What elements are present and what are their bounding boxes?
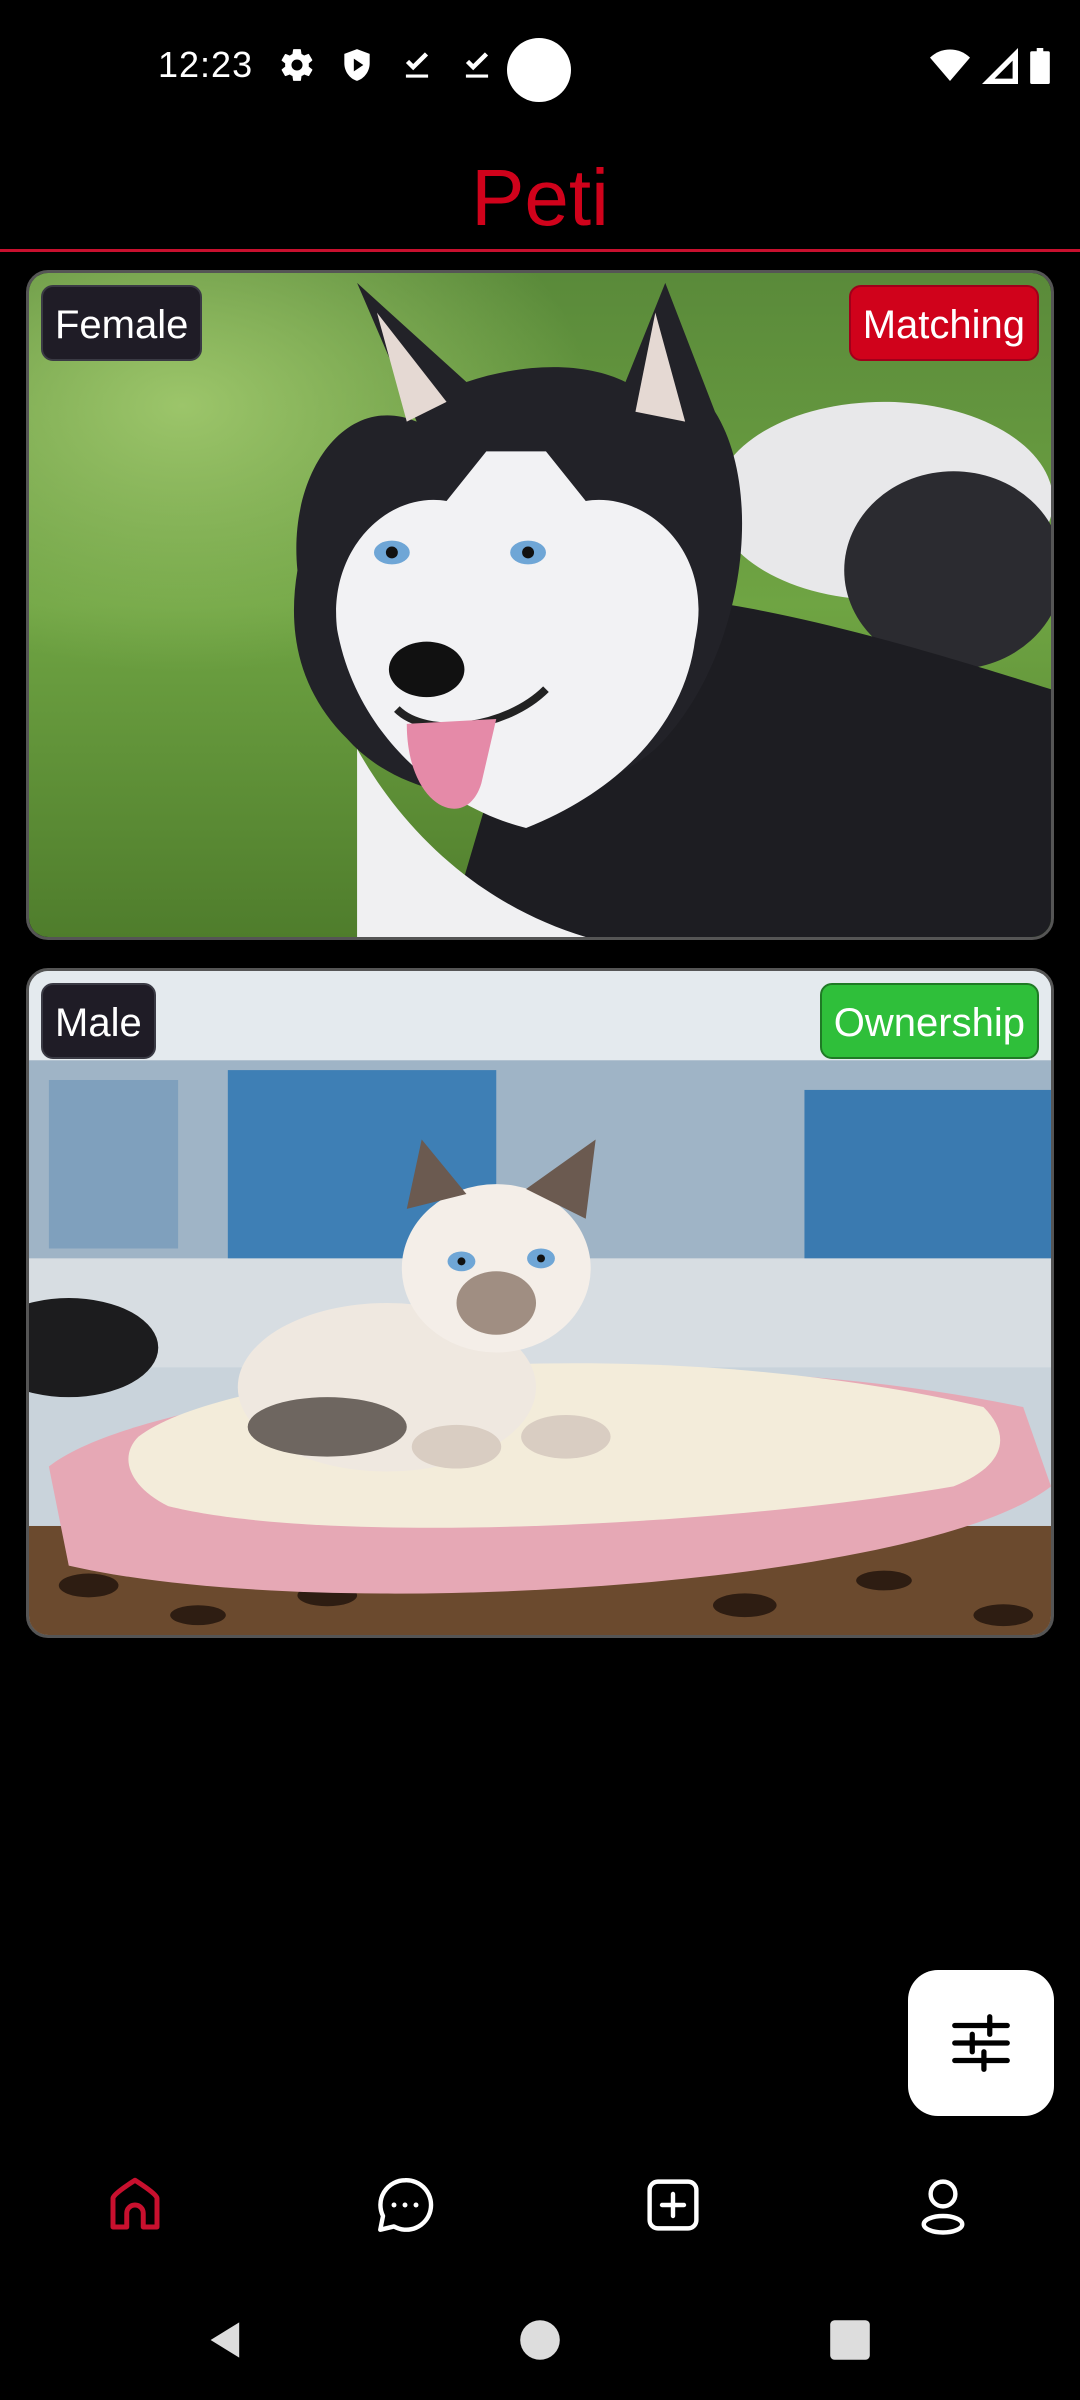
pet-photo-husky bbox=[29, 273, 1051, 937]
pet-card[interactable]: Female Matching bbox=[26, 270, 1054, 940]
recents-button[interactable] bbox=[820, 2310, 880, 2370]
filter-button[interactable] bbox=[908, 1970, 1054, 2116]
type-badge: Ownership bbox=[819, 983, 1039, 1059]
wifi-icon bbox=[930, 49, 970, 81]
nav-home[interactable] bbox=[90, 2160, 180, 2250]
nav-profile[interactable] bbox=[898, 2160, 988, 2250]
system-nav-bar bbox=[0, 2280, 1080, 2400]
download-done-icon bbox=[465, 52, 489, 78]
chat-icon bbox=[378, 2178, 434, 2232]
gender-badge: Female bbox=[41, 285, 203, 361]
download-done-icon bbox=[405, 52, 429, 78]
back-button[interactable] bbox=[196, 2310, 256, 2370]
nav-add[interactable] bbox=[628, 2160, 718, 2250]
battery-icon bbox=[1030, 48, 1050, 84]
status-time: 12:23 bbox=[158, 44, 254, 85]
pet-photo-kitten bbox=[29, 971, 1051, 1635]
shield-icon bbox=[344, 49, 370, 81]
add-box-icon bbox=[647, 2179, 699, 2231]
status-bar: 12:23 bbox=[0, 0, 1080, 140]
profile-icon bbox=[921, 2179, 965, 2235]
recents-icon bbox=[830, 2320, 870, 2360]
app-screen: 12:23 Peti Female Matching Male Ownershi… bbox=[0, 0, 1080, 2400]
signal-icon bbox=[982, 48, 1018, 84]
bottom-nav bbox=[0, 2140, 1080, 2270]
camera-cutout bbox=[507, 38, 571, 102]
app-header: Peti bbox=[0, 140, 1080, 252]
filter-sliders-icon bbox=[952, 2014, 1010, 2072]
pet-card[interactable]: Male Ownership bbox=[26, 968, 1054, 1638]
home-circle-icon bbox=[520, 2320, 560, 2360]
back-icon bbox=[210, 2322, 240, 2358]
type-badge: Matching bbox=[848, 285, 1039, 361]
nav-chat[interactable] bbox=[360, 2160, 450, 2250]
status-icons-right bbox=[930, 48, 1050, 84]
home-icon bbox=[110, 2177, 160, 2230]
gear-icon bbox=[281, 49, 313, 81]
app-title: Peti bbox=[471, 153, 609, 242]
gender-badge: Male bbox=[41, 983, 156, 1059]
status-icons-left bbox=[278, 46, 496, 84]
home-button[interactable] bbox=[510, 2310, 570, 2370]
